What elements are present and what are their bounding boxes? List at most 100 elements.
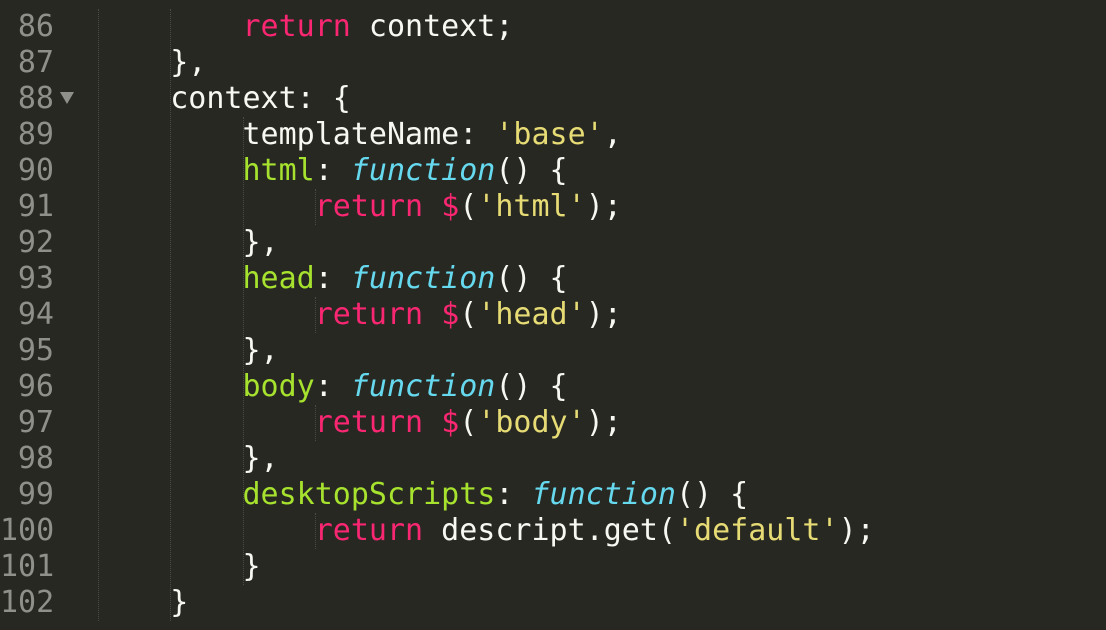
line-number: 98 xyxy=(17,441,54,476)
code-text: return $('body'); xyxy=(98,405,622,441)
code-line[interactable]: 101 } xyxy=(0,549,1106,585)
code-token: return xyxy=(314,513,424,548)
code-line[interactable]: 89 templateName: 'base', xyxy=(0,117,1106,153)
code-text: return context; xyxy=(98,9,514,45)
indent-guide xyxy=(314,189,316,225)
line-number: 102 xyxy=(0,585,55,620)
code-token: function xyxy=(350,153,496,188)
line-number: 101 xyxy=(0,549,55,584)
code-token: $ xyxy=(441,297,460,332)
line-number: 95 xyxy=(17,333,54,368)
line-number: 91 xyxy=(17,189,54,224)
code-token: head xyxy=(242,261,315,296)
code-line[interactable]: 95 }, xyxy=(0,333,1106,369)
line-number: 87 xyxy=(17,45,54,80)
code-line[interactable]: 91 return $('html'); xyxy=(0,189,1106,225)
line-number: 86 xyxy=(17,9,54,44)
code-token: desktopScripts xyxy=(242,477,496,512)
code-line[interactable]: 92 }, xyxy=(0,225,1106,261)
code-token: () { xyxy=(495,261,568,296)
code-token: : xyxy=(314,261,351,296)
line-number: 90 xyxy=(17,153,54,188)
line-number: 96 xyxy=(17,369,54,404)
code-line[interactable]: 86 return context; xyxy=(0,9,1106,45)
code-line[interactable]: 93 head: function() { xyxy=(0,261,1106,297)
code-token: () { xyxy=(676,477,749,512)
code-token: }, xyxy=(170,45,207,80)
code-text: head: function() { xyxy=(98,261,568,297)
code-line[interactable]: 100 return descript.get('default'); xyxy=(0,513,1106,549)
code-token: ( xyxy=(459,189,478,224)
code-token: ); xyxy=(838,513,875,548)
line-number: 97 xyxy=(17,405,54,440)
line-number: 88 xyxy=(17,81,54,116)
code-line[interactable]: 98 }, xyxy=(0,441,1106,477)
indent-guide xyxy=(314,513,316,549)
code-line[interactable]: 99 desktopScripts: function() { xyxy=(0,477,1106,513)
code-token: () { xyxy=(495,153,568,188)
code-text: return $('html'); xyxy=(98,189,622,225)
code-text: body: function() { xyxy=(98,369,568,405)
line-number: 93 xyxy=(17,261,54,296)
code-line[interactable]: 88 context: { xyxy=(0,81,1106,117)
code-token: ); xyxy=(585,405,622,440)
code-token: templateName: xyxy=(242,117,496,152)
code-text: context: { xyxy=(98,81,351,117)
code-token: 'head' xyxy=(477,297,586,332)
code-token: return xyxy=(242,9,351,44)
code-token: }, xyxy=(242,441,279,476)
code-text: }, xyxy=(98,441,279,477)
line-number: 100 xyxy=(0,513,55,548)
code-text: return $('head'); xyxy=(98,297,622,333)
code-text: return descript.get('default'); xyxy=(98,513,875,549)
code-token: }, xyxy=(242,225,279,260)
line-number: 94 xyxy=(17,297,54,332)
indent-guide xyxy=(314,405,316,441)
code-token: : xyxy=(314,153,351,188)
code-token: return xyxy=(314,405,424,440)
code-token: 'base' xyxy=(495,117,604,152)
code-token: $ xyxy=(441,189,460,224)
code-text: }, xyxy=(98,45,206,81)
code-editor[interactable]: 86 return context; 87 }, 88 context: {89 t… xyxy=(0,0,1106,630)
code-token: return xyxy=(314,189,424,224)
line-number: 89 xyxy=(17,117,54,152)
code-line[interactable]: 87 }, xyxy=(0,45,1106,81)
code-text: html: function() { xyxy=(98,153,568,189)
code-text: desktopScripts: function() { xyxy=(98,477,749,513)
code-line[interactable]: 102 } xyxy=(0,585,1106,621)
code-token: } xyxy=(242,549,261,584)
code-token: context: { xyxy=(170,81,351,116)
code-token: $ xyxy=(441,405,460,440)
code-token: html xyxy=(242,153,315,188)
code-token: 'body' xyxy=(477,405,586,440)
code-token: ( xyxy=(459,405,478,440)
indent-guide xyxy=(314,297,316,333)
code-line[interactable]: 90 html: function() { xyxy=(0,153,1106,189)
code-line[interactable]: 94 return $('head'); xyxy=(0,297,1106,333)
code-token: ( xyxy=(459,297,478,332)
code-text: }, xyxy=(98,333,279,369)
fold-arrow-icon[interactable] xyxy=(60,92,74,104)
code-line[interactable]: 96 body: function() { xyxy=(0,369,1106,405)
code-token: descript.get( xyxy=(423,513,676,548)
code-token: () { xyxy=(495,369,568,404)
code-token: }, xyxy=(242,333,279,368)
code-token: : xyxy=(314,369,351,404)
code-token: body xyxy=(242,369,315,404)
code-line[interactable]: 97 return $('body'); xyxy=(0,405,1106,441)
code-text: }, xyxy=(98,225,279,261)
code-token: context; xyxy=(350,9,514,44)
code-text: } xyxy=(98,585,188,621)
code-text: templateName: 'base', xyxy=(98,117,622,153)
line-number: 99 xyxy=(17,477,54,512)
